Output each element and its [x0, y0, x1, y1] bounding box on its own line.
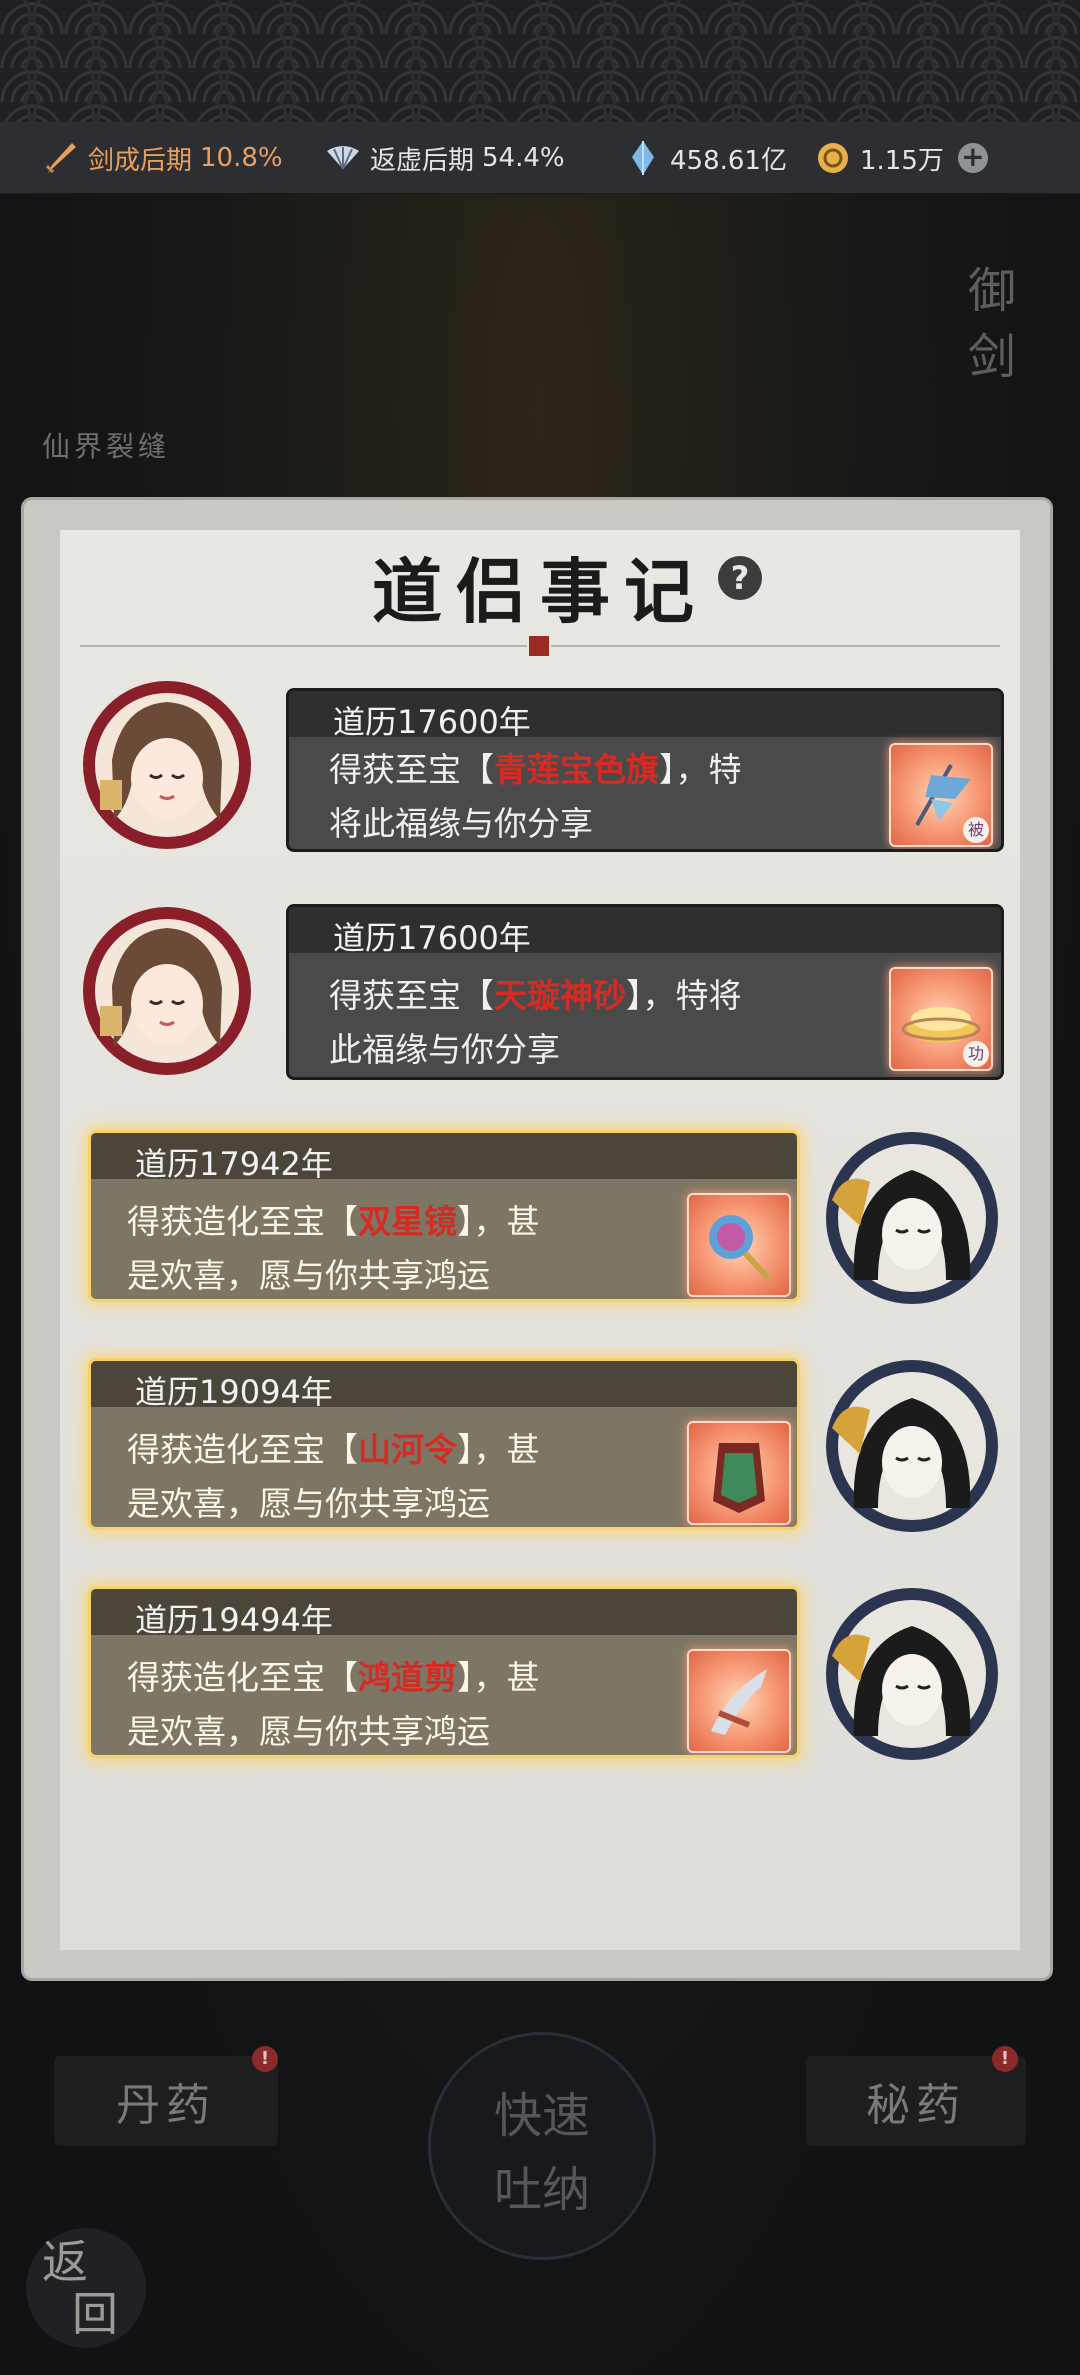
partner-avatar[interactable] — [82, 906, 252, 1076]
secret-elixir-label: 秘药 — [866, 2080, 966, 2131]
event-text-line1: 得获至宝【青莲宝色旗】，特 — [329, 750, 742, 789]
event-date: 道历19494年 — [135, 1601, 333, 1639]
sand-treasure-icon[interactable]: 功 — [889, 967, 993, 1071]
flag-treasure-icon[interactable]: 被 — [889, 743, 993, 847]
event-text-line1: 得获至宝【天璇神砂】，特将 — [329, 976, 742, 1015]
item-tag: 功 — [963, 1041, 989, 1067]
event-card[interactable]: 道历17942年 得获造化至宝【双星镜】，甚 是欢喜，愿与你共享鸿运 — [88, 1130, 800, 1302]
event-text-line1: 得获造化至宝【山河令】，甚 — [127, 1430, 540, 1469]
event-date: 道历19094年 — [135, 1373, 333, 1411]
sword-stage-stat[interactable]: 剑成后期 10.8% — [42, 122, 283, 194]
treasure-name: 青莲宝色旗 — [494, 750, 659, 789]
treasure-name: 双星镜 — [358, 1202, 457, 1241]
event-text-line2: 是欢喜，愿与你共享鸿运 — [127, 1484, 490, 1523]
event-card[interactable]: 道历19094年 得获造化至宝【山河令】，甚 是欢喜，愿与你共享鸿运 — [88, 1358, 800, 1530]
partner-avatar[interactable] — [82, 680, 252, 850]
quick-breathe-line1: 快速 — [493, 2088, 590, 2144]
event-text-line2: 是欢喜，愿与你共享鸿运 — [127, 1256, 490, 1295]
treasure-name: 天璇神砂 — [494, 976, 626, 1015]
mirror-treasure-icon[interactable] — [687, 1193, 791, 1297]
partner-avatar[interactable] — [824, 1130, 1000, 1306]
fan-icon — [324, 139, 362, 177]
secret-elixir-button[interactable]: 秘药 — [806, 2056, 1026, 2146]
seal-icon — [527, 634, 551, 658]
crystal-stat[interactable]: 458.61亿 — [624, 122, 787, 194]
event-text-line2: 是欢喜，愿与你共享鸿运 — [127, 1712, 490, 1751]
resource-status-bar: 剑成后期 10.8% 返虚后期 54.4% 458.61亿 1.15万 + — [0, 122, 1080, 194]
sword-flight-label[interactable]: 御剑 — [968, 258, 1028, 390]
event-text-line2: 此福缘与你分享 — [329, 1030, 560, 1069]
immortal-rift-label[interactable]: 仙界裂缝 — [42, 425, 170, 465]
event-card[interactable]: 道历17600年 得获至宝【青莲宝色旗】，特 将此福缘与你分享 被 — [286, 688, 1004, 852]
treasure-name: 鸿道剪 — [358, 1658, 457, 1697]
top-wave-decoration — [0, 0, 1080, 122]
event-text-line1: 得获造化至宝【鸿道剪】，甚 — [127, 1658, 540, 1697]
crystal-icon — [624, 139, 662, 177]
scissors-treasure-icon[interactable] — [687, 1649, 791, 1753]
fan-stage-label: 返虚后期 — [370, 145, 475, 176]
crystal-amount: 458.61亿 — [670, 145, 787, 176]
fan-stage-percent: 54.4% — [482, 143, 565, 173]
sword-icon — [42, 139, 80, 177]
token-treasure-icon[interactable] — [687, 1421, 791, 1525]
notification-badge: ! — [252, 2046, 278, 2072]
event-text-line1: 得获造化至宝【双星镜】，甚 — [127, 1202, 540, 1241]
item-tag: 被 — [963, 817, 989, 843]
help-icon[interactable]: ? — [718, 556, 762, 600]
sword-stage-label: 剑成后期 — [88, 145, 193, 176]
sword-stage-percent: 10.8% — [200, 143, 283, 173]
back-label-2: 回 — [72, 2287, 118, 2341]
fan-stage-stat[interactable]: 返虚后期 54.4% — [324, 122, 565, 194]
event-date: 道历17600年 — [333, 703, 531, 741]
add-coin-button[interactable]: + — [957, 143, 988, 173]
partner-avatar[interactable] — [824, 1586, 1000, 1762]
back-label-1: 返 — [42, 2235, 88, 2289]
back-button[interactable]: 返 回 — [26, 2228, 146, 2348]
event-date: 道历17942年 — [135, 1145, 333, 1183]
quick-breathe-button[interactable]: 快速 吐纳 — [428, 2032, 656, 2260]
notification-badge: ! — [992, 2046, 1018, 2072]
quick-breathe-line2: 吐纳 — [493, 2162, 590, 2218]
treasure-name: 山河令 — [358, 1430, 457, 1469]
partner-avatar[interactable] — [824, 1358, 1000, 1534]
coin-stat[interactable]: 1.15万 + — [814, 122, 988, 194]
event-date: 道历17600年 — [333, 919, 531, 957]
coin-icon — [814, 139, 852, 177]
event-card[interactable]: 道历17600年 得获至宝【天璇神砂】，特将 此福缘与你分享 功 — [286, 904, 1004, 1080]
panel-title: 道侣事记 — [372, 550, 708, 633]
elixir-label: 丹药 — [116, 2080, 216, 2131]
coin-amount: 1.15万 — [860, 145, 944, 176]
event-card[interactable]: 道历19494年 得获造化至宝【鸿道剪】，甚 是欢喜，愿与你共享鸿运 — [88, 1586, 800, 1758]
elixir-button[interactable]: 丹药 — [54, 2056, 278, 2146]
event-text-line2: 将此福缘与你分享 — [329, 804, 593, 843]
